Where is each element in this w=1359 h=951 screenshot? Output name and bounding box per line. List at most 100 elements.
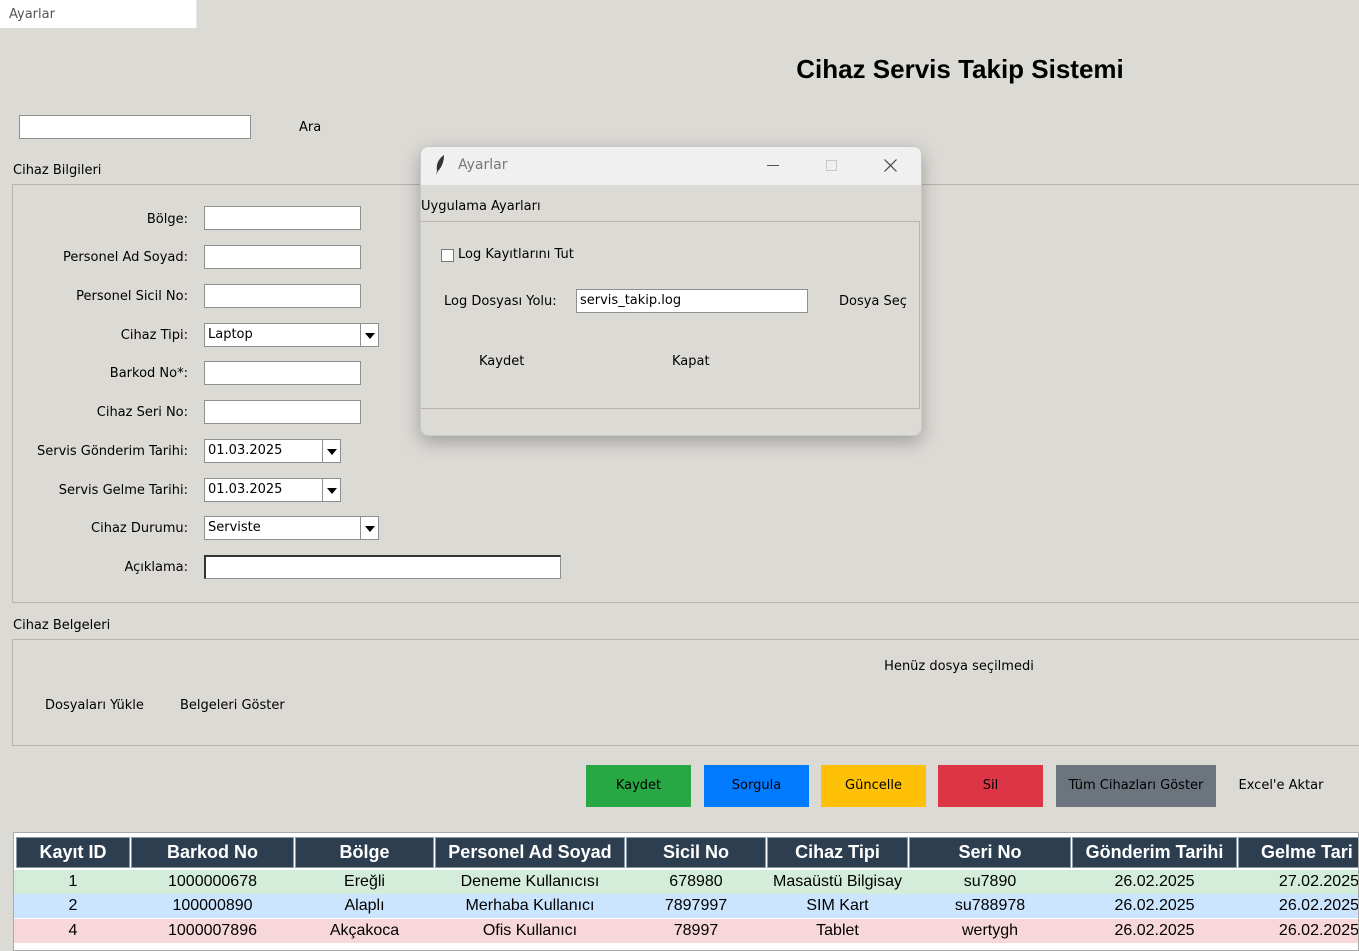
table-cell: 100000890 xyxy=(172,897,253,914)
personel-sicil-label: Personel Sicil No: xyxy=(76,289,188,304)
gonderim-date-picker[interactable]: 01.03.2025 xyxy=(204,439,341,463)
guncelle-button[interactable]: Güncelle xyxy=(821,765,926,807)
col-header[interactable]: Personel Ad Soyad xyxy=(435,837,625,868)
col-header[interactable]: Cihaz Tipi xyxy=(767,837,908,868)
gelme-label: Servis Gelme Tarihi: xyxy=(58,483,188,498)
table-row[interactable]: 4 1000007896 Akçakoca Ofis Kullanıcı 789… xyxy=(14,919,1359,943)
table-cell: Ofis Kullanıcı xyxy=(482,922,578,939)
sorgula-button[interactable]: Sorgula xyxy=(704,765,809,807)
gelme-date-picker[interactable]: 01.03.2025 xyxy=(204,478,341,502)
app-title: Cihaz Servis Takip Sistemi xyxy=(796,54,1124,84)
table-cell: 26.02.2025 xyxy=(1114,873,1195,890)
seri-input[interactable] xyxy=(204,400,361,424)
devices-table: Kayıt ID Barkod No Bölge Personel Ad Soy… xyxy=(13,832,1359,951)
table-cell: Merhaba Kullanıcı xyxy=(465,897,595,914)
cihaz-tipi-value: Laptop xyxy=(208,327,253,342)
aciklama-input[interactable] xyxy=(204,555,561,579)
col-header[interactable]: Sicil No xyxy=(626,837,766,868)
search-input[interactable] xyxy=(19,115,251,139)
seri-label: Cihaz Seri No: xyxy=(96,405,188,420)
table-cell: Alaplı xyxy=(344,897,385,914)
dropdown-arrow-icon[interactable] xyxy=(360,324,378,346)
maximize-icon xyxy=(826,160,837,171)
dropdown-arrow-icon[interactable] xyxy=(322,479,340,501)
documents-status: Henüz dosya seçilmedi xyxy=(884,659,1034,674)
settings-dialog: Ayarlar Uygulama Ayarları Log Kayıtların… xyxy=(420,146,922,436)
col-header[interactable]: Kayıt ID xyxy=(16,837,130,868)
table-cell: Ereğli xyxy=(344,873,385,890)
table-cell: 26.02.2025 xyxy=(1278,922,1359,939)
col-header[interactable]: Gönderim Tarihi xyxy=(1072,837,1237,868)
table-cell: Akçakoca xyxy=(329,922,400,939)
table-cell: 7897997 xyxy=(664,897,728,914)
table-cell: 78997 xyxy=(673,922,719,939)
col-header[interactable]: Barkod No xyxy=(131,837,294,868)
col-header[interactable]: Seri No xyxy=(909,837,1071,868)
durum-label: Cihaz Durumu: xyxy=(91,521,188,536)
documents-frame xyxy=(12,639,1359,746)
durum-select[interactable]: Serviste xyxy=(204,516,379,540)
table-cell: su788978 xyxy=(954,897,1026,914)
table-cell: wertygh xyxy=(961,922,1019,939)
bolge-input[interactable] xyxy=(204,206,361,230)
dialog-save-button[interactable]: Kaydet xyxy=(479,354,524,369)
cihaz-tipi-select[interactable]: Laptop xyxy=(204,323,379,347)
menu-bar xyxy=(0,0,1359,28)
kaydet-button[interactable]: Kaydet xyxy=(586,765,691,807)
table-cell: 27.02.2025 xyxy=(1278,873,1359,890)
export-excel-button[interactable]: Excel'e Aktar xyxy=(1228,765,1334,807)
table-cell: Tablet xyxy=(816,922,859,939)
close-icon[interactable] xyxy=(884,159,897,172)
personel-ad-input[interactable] xyxy=(204,245,361,269)
choose-file-button[interactable]: Dosya Seç xyxy=(839,294,907,309)
table-cell: 26.02.2025 xyxy=(1114,922,1195,939)
log-path-input[interactable]: servis_takip.log xyxy=(576,289,808,313)
search-button[interactable]: Ara xyxy=(299,120,321,135)
barkod-label: Barkod No*: xyxy=(109,366,188,381)
upload-files-button[interactable]: Dosyaları Yükle xyxy=(45,698,144,713)
device-info-label: Cihaz Bilgileri xyxy=(13,163,102,178)
show-all-devices-button[interactable]: Tüm Cihazları Göster xyxy=(1056,765,1216,807)
table-row[interactable]: 2 100000890 Alaplı Merhaba Kullanıcı 789… xyxy=(14,894,1359,918)
dropdown-arrow-icon[interactable] xyxy=(360,517,378,539)
show-documents-button[interactable]: Belgeleri Göster xyxy=(180,698,285,713)
col-header[interactable]: Gelme Tari xyxy=(1238,837,1358,868)
table-cell: 26.02.2025 xyxy=(1114,897,1195,914)
table-cell: 678980 xyxy=(669,873,723,890)
col-header[interactable]: Bölge xyxy=(295,837,434,868)
table-cell: 1 xyxy=(68,873,78,890)
log-path-label: Log Dosyası Yolu: xyxy=(444,294,557,309)
table-cell: Masaüstü Bilgisay xyxy=(773,873,902,890)
personel-ad-label: Personel Ad Soyad: xyxy=(63,250,188,265)
documents-label: Cihaz Belgeleri xyxy=(13,618,111,633)
dialog-titlebar[interactable]: Ayarlar xyxy=(421,147,921,185)
dialog-title: Ayarlar xyxy=(458,157,508,173)
sil-button[interactable]: Sil xyxy=(938,765,1043,807)
aciklama-label: Açıklama: xyxy=(124,560,188,575)
durum-value: Serviste xyxy=(208,520,261,535)
menu-tab-ayarlar[interactable]: Ayarlar xyxy=(0,0,197,28)
minimize-icon[interactable] xyxy=(767,165,779,167)
bolge-label: Bölge: xyxy=(146,212,188,227)
feather-icon xyxy=(436,155,444,175)
table-cell: 1000007896 xyxy=(168,922,257,939)
gonderim-label: Servis Gönderim Tarihi: xyxy=(36,444,188,459)
log-checkbox[interactable] xyxy=(441,249,454,262)
barkod-input[interactable] xyxy=(204,361,361,385)
log-checkbox-label[interactable]: Log Kayıtlarını Tut xyxy=(458,247,574,262)
dialog-close-button[interactable]: Kapat xyxy=(672,354,710,369)
table-cell: 1000000678 xyxy=(168,873,257,890)
table-cell: 2 xyxy=(68,897,78,914)
app-settings-label: Uygulama Ayarları xyxy=(421,199,541,214)
cihaz-tipi-label: Cihaz Tipi: xyxy=(120,328,188,343)
table-row[interactable]: 1 1000000678 Ereğli Deneme Kullanıcısı 6… xyxy=(14,870,1359,894)
table-cell: SIM Kart xyxy=(806,897,869,914)
gonderim-value: 01.03.2025 xyxy=(208,443,283,458)
gelme-value: 01.03.2025 xyxy=(208,482,283,497)
dropdown-arrow-icon[interactable] xyxy=(322,440,340,462)
personel-sicil-input[interactable] xyxy=(204,284,361,308)
menu-tab-label: Ayarlar xyxy=(9,7,55,22)
table-cell: 26.02.2025 xyxy=(1278,897,1359,914)
table-cell: su7890 xyxy=(963,873,1017,890)
table-cell: 4 xyxy=(68,922,78,939)
